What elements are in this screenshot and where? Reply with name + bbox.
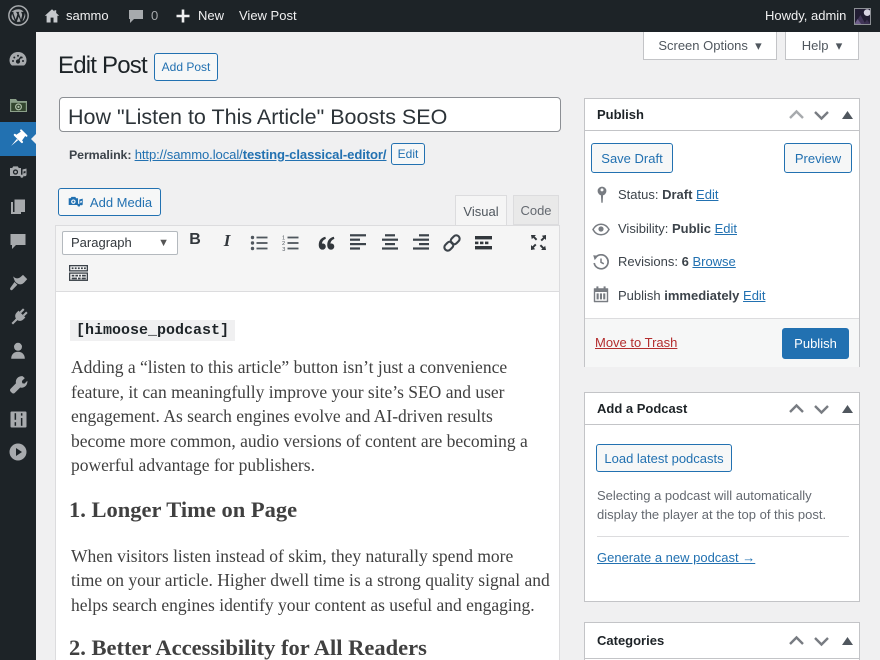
svg-text:3: 3 [282, 247, 285, 252]
